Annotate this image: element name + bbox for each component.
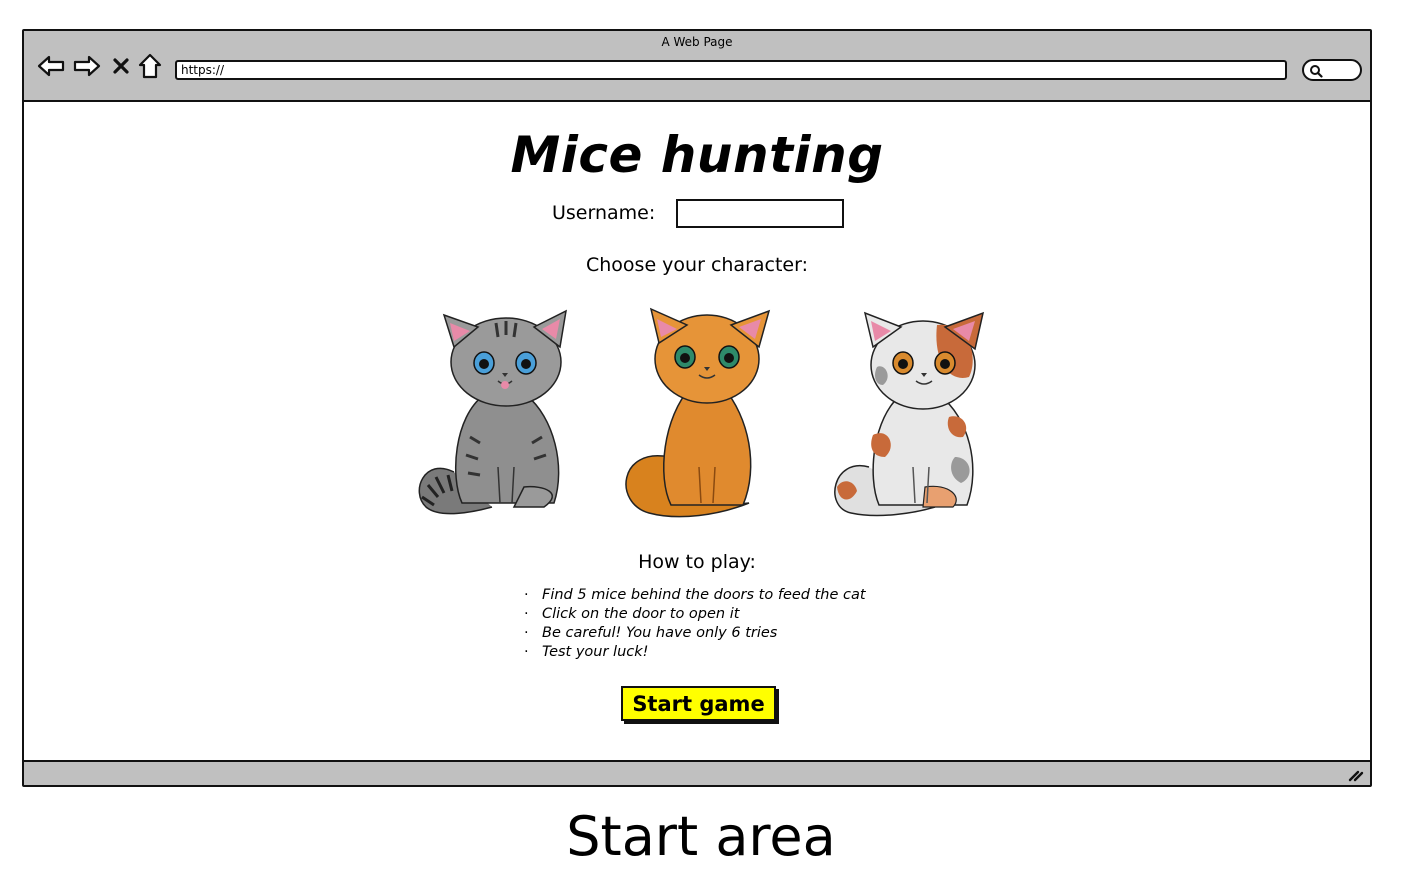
stop-button[interactable] <box>110 51 132 81</box>
rules-list: Find 5 mice behind the doors to feed the… <box>524 586 866 662</box>
status-bar <box>24 760 1370 785</box>
cat-icon <box>625 307 771 518</box>
search-button[interactable] <box>1302 59 1362 81</box>
rule-item: Test your luck! <box>524 643 866 662</box>
url-bar[interactable]: https:// <box>175 60 1287 80</box>
back-arrow-icon <box>37 55 65 77</box>
page-title: Mice hunting <box>510 126 884 184</box>
cat-icon <box>834 311 985 517</box>
browser-window: A Web Page https:// Mice hunting Usernam… <box>22 29 1372 787</box>
forward-arrow-icon <box>73 55 101 77</box>
resize-grip-icon[interactable] <box>1348 768 1364 782</box>
back-button[interactable] <box>36 51 66 81</box>
cat-icon <box>418 309 567 515</box>
forward-button[interactable] <box>72 51 102 81</box>
username-label: Username: <box>552 202 656 224</box>
screen-caption: Start area <box>566 805 836 868</box>
rule-item: Click on the door to open it <box>524 605 866 624</box>
search-icon <box>1310 65 1323 78</box>
character-calico-cat[interactable] <box>829 307 989 522</box>
home-icon <box>138 53 162 79</box>
rule-item: Find 5 mice behind the doors to feed the… <box>524 586 866 605</box>
character-grey-tabby-cat[interactable] <box>414 307 574 522</box>
choose-character-label: Choose your character: <box>586 254 808 276</box>
browser-toolbar: A Web Page https:// <box>24 31 1370 102</box>
rule-item: Be careful! You have only 6 tries <box>524 624 866 643</box>
start-game-button[interactable]: Start game <box>621 686 776 721</box>
page-content: Mice hunting Username: Choose your chara… <box>24 102 1370 762</box>
character-orange-cat[interactable] <box>619 307 779 522</box>
window-title: A Web Page <box>661 35 733 49</box>
how-to-play-heading: How to play: <box>638 551 756 573</box>
home-button[interactable] <box>136 51 164 81</box>
username-input[interactable] <box>676 199 844 228</box>
close-icon <box>113 58 129 74</box>
